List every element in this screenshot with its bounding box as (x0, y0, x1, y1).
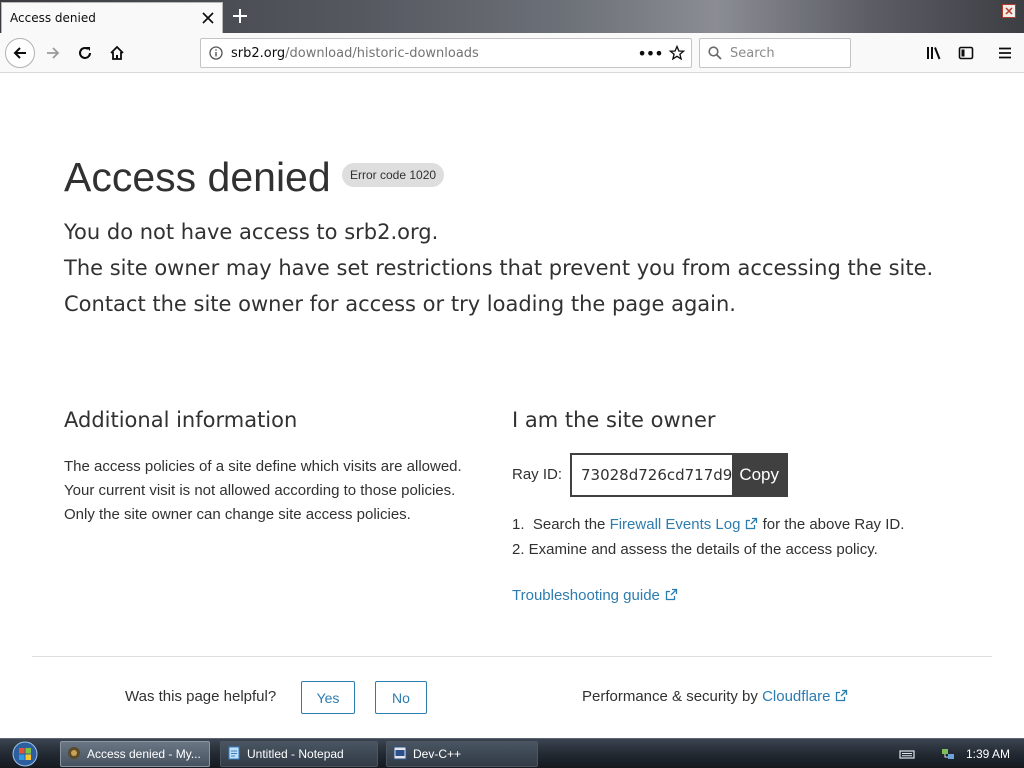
no-button[interactable]: No (375, 681, 427, 714)
step-2: 2. Examine and assess the details of the… (512, 541, 878, 558)
reload-button[interactable] (70, 38, 100, 68)
step-1-prefix: 1. Search the (512, 516, 610, 533)
forward-button[interactable] (38, 38, 68, 68)
search-icon (708, 46, 722, 60)
additional-info-text: The access policies of a site define whi… (64, 455, 462, 527)
page-title: Access denied (64, 154, 331, 200)
navigation-toolbar: srb2.org/download/historic-downloads •••… (0, 33, 1024, 73)
taskbar-item-label: Untitled - Notepad (247, 747, 344, 761)
search-placeholder: Search (730, 45, 775, 61)
url-path: /download/historic-downloads (285, 45, 479, 61)
info-line: The access policies of a site define whi… (64, 458, 462, 475)
additional-info-heading: Additional information (64, 408, 298, 432)
step-1: 1. Search the Firewall Events Log for th… (512, 513, 904, 538)
page-content: Access denied Error code 1020 You do not… (0, 74, 1024, 738)
performance-credit: Performance & security by Cloudflare (582, 688, 848, 706)
close-tab-icon[interactable] (200, 10, 216, 26)
library-icon[interactable] (919, 38, 949, 68)
troubleshooting-guide-link[interactable]: Troubleshooting guide (512, 587, 660, 604)
cloudflare-link[interactable]: Cloudflare (762, 688, 830, 705)
ray-id-label: Ray ID: (512, 466, 563, 483)
taskbar-item-label: Dev-C++ (413, 747, 462, 761)
taskbar-item-notepad[interactable]: Untitled - Notepad (220, 741, 378, 767)
perf-prefix: Performance & security by (582, 688, 763, 705)
devcpp-icon (393, 745, 407, 764)
taskbar-item-label: Access denied - My... (87, 747, 201, 761)
yes-button[interactable]: Yes (301, 681, 355, 714)
step-1-suffix: for the above Ray ID. (758, 516, 905, 533)
home-button[interactable] (102, 38, 132, 68)
browser-icon (67, 745, 81, 764)
copy-button[interactable]: Copy (732, 455, 786, 495)
tab-strip: Access denied (0, 0, 1024, 33)
window-close-icon[interactable] (1002, 4, 1016, 18)
helpful-question: Was this page helpful? (125, 688, 277, 705)
info-line: Only the site owner can change site acce… (64, 506, 411, 523)
sidebar-icon[interactable] (951, 38, 981, 68)
firewall-events-log-link[interactable]: Firewall Events Log (610, 516, 741, 533)
back-button[interactable] (5, 38, 35, 68)
url-host: srb2.org (231, 45, 286, 61)
bookmark-star-icon[interactable] (663, 45, 691, 61)
ray-id-value[interactable]: 73028d726cd717d9 (572, 455, 732, 495)
menu-icon[interactable] (990, 38, 1020, 68)
info-line: Your current visit is not allowed accord… (64, 482, 456, 499)
external-link-icon (665, 588, 678, 605)
new-tab-icon[interactable] (229, 5, 251, 27)
owner-steps: 1. Search the Firewall Events Log for th… (512, 513, 904, 562)
ray-id-box: 73028d726cd717d9 Copy (570, 453, 788, 497)
site-owner-heading: I am the site owner (512, 408, 716, 432)
lead-line: Contact the site owner for access or try… (64, 292, 736, 316)
keyboard-icon[interactable] (899, 746, 915, 762)
search-input[interactable]: Search (699, 38, 851, 68)
address-bar[interactable]: srb2.org/download/historic-downloads ••• (200, 38, 692, 68)
lead-message: You do not have access to srb2.org. The … (64, 214, 933, 322)
tab-title: Access denied (10, 11, 96, 25)
page-actions-icon[interactable]: ••• (637, 44, 663, 63)
system-clock[interactable]: 1:39 AM (966, 747, 1010, 761)
lead-line: You do not have access to srb2.org. (64, 220, 439, 244)
external-link-icon (835, 689, 848, 706)
browser-tab[interactable]: Access denied (1, 2, 223, 33)
url-text[interactable]: srb2.org/download/historic-downloads (231, 46, 637, 61)
footer-divider (32, 656, 992, 657)
taskbar: Access denied - My... Untitled - Notepad… (0, 738, 1024, 768)
external-link-icon (745, 514, 758, 538)
error-code-badge: Error code 1020 (342, 163, 445, 187)
notepad-icon (227, 745, 241, 764)
lead-line: The site owner may have set restrictions… (64, 256, 934, 280)
network-icon[interactable] (940, 746, 956, 762)
taskbar-item-devcpp[interactable]: Dev-C++ (386, 741, 538, 767)
troubleshooting-row: Troubleshooting guide (512, 587, 678, 605)
start-button[interactable] (6, 740, 44, 768)
taskbar-item-browser[interactable]: Access denied - My... (60, 741, 210, 767)
site-info-icon[interactable] (201, 46, 231, 60)
